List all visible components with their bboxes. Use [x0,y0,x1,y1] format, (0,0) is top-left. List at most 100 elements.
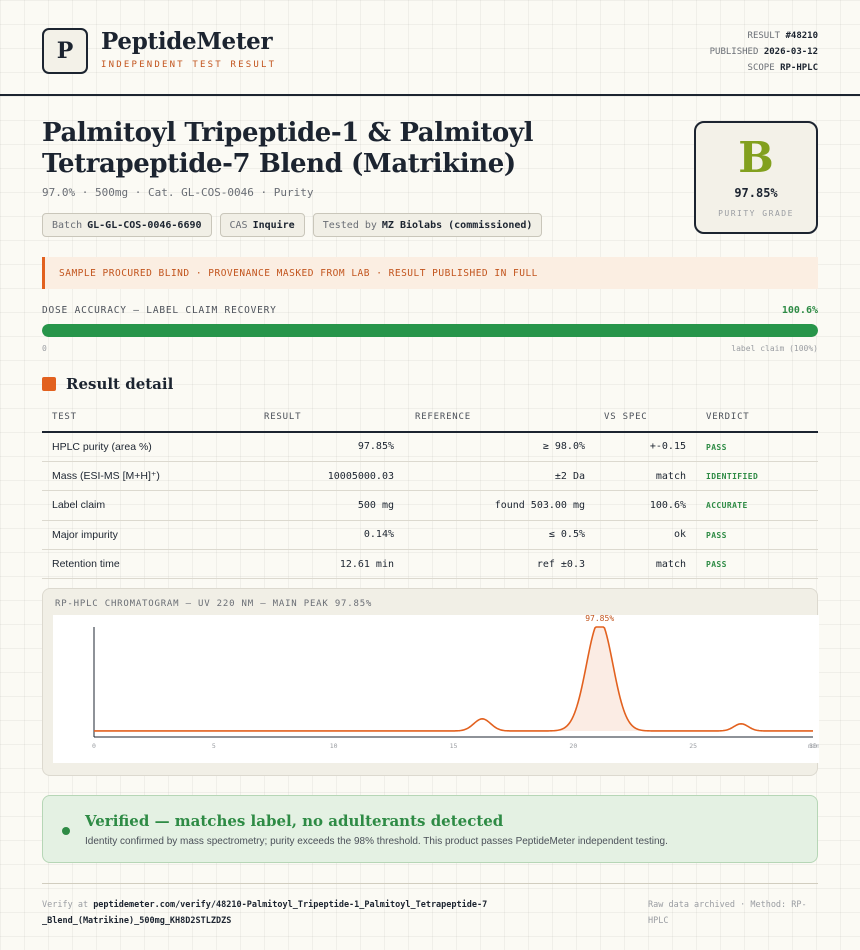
main-peak-area [557,627,642,731]
table-row: Retention time 12.61 min ref ±0.3 match … [42,549,818,580]
dose-bar-min-label: 0 [42,344,47,353]
product-subline: 97.0% · 500mg · Cat. GL-COS-0046 · Purit… [42,186,314,199]
x-tick-label: 20 [569,742,577,750]
brand-tagline: INDEPENDENT TEST RESULT [101,60,277,70]
scope-line: SCOPE RP-HPLC [710,60,818,76]
table-row: Label claim 500 mg found 503.00 mg 100.6… [42,490,818,521]
dose-accuracy-label: DOSE ACCURACY — LABEL CLAIM RECOVERY [42,305,277,316]
chromatogram-chart: 97.85%0 5 10 15 20 25 30min [92,614,820,750]
main-peak-label: 97.85% [585,615,614,623]
chromatogram-series-line [94,626,813,732]
grade-label: PURITY GRADE [718,209,794,218]
result-value: 12.61 min [252,549,394,580]
report-meta: RESULT #48210 PUBLISHED 2026-03-12 SCOPE… [710,28,818,76]
verified-title: Verified — matches label, no adulterants… [85,812,504,830]
column-header-test: TEST [42,403,252,433]
x-tick-label: 0 [92,742,96,750]
dose-accuracy-value: 100.6% [781,305,818,316]
verified-dot-icon [62,827,70,835]
tested-by-chip-label: Tested by [322,219,377,231]
result-value: 10005000.03 [252,461,394,492]
product-title: Palmitoyl Tripeptide-1 & Palmitoyl Tetra… [42,118,534,179]
published-label: PUBLISHED [709,47,759,57]
verify-prefix: Verify at [42,900,89,910]
dose-accuracy-bar [42,324,818,337]
result-id-label: RESULT [747,31,781,41]
vs-spec-value: +-0.15 [585,432,686,462]
purity-grade-card: B 97.85% PURITY GRADE [694,121,818,234]
scope-label: SCOPE [747,63,775,73]
result-id: #48210 [785,31,818,41]
verdict-cell: ACCURATE [686,490,818,521]
reference-value: found 503.00 mg [394,490,585,521]
vs-spec-value: match [585,549,686,580]
vs-spec-value: ok [585,520,686,551]
verdict-cell: PASS [686,520,818,551]
tested-by-chip: Tested by MZ Biolabs (commissioned) [312,213,543,237]
product-chips: Batch GL-GL-COS-0046-6690 CAS Inquire Test… [42,213,543,237]
table-row: HPLC purity (area %) 97.85% ≥ 98.0% +-0.… [42,432,818,462]
column-header-result: RESULT [252,403,394,433]
verdict-badge: ACCURATE [706,501,748,511]
batch-chip-value: GL-GL-COS-0046-6690 [87,219,202,231]
test-name: Retention time [42,549,252,580]
section-marker-icon [42,377,56,391]
result-detail-heading: Result detail [42,375,173,393]
verdict-cell: PASS [686,432,818,462]
brand-logo: P [42,28,88,74]
batch-chip: Batch GL-GL-COS-0046-6690 [42,213,212,237]
scope-value: RP-HPLC [780,63,818,73]
column-header-verdict: VERDICT [686,403,818,433]
test-name: Label claim [42,490,252,521]
x-tick-label: 25 [689,742,697,750]
test-name: Mass (ESI-MS [M+H]⁺) [42,461,252,492]
brand-name: PeptideMeter [101,28,273,55]
verdict-cell: IDENTIFIED [686,461,818,492]
reference-value: ±2 Da [394,461,585,492]
verdict-badge: PASS [706,442,727,452]
result-id-line: RESULT #48210 [710,28,818,44]
chromatogram-panel: RP-HPLC CHROMATOGRAM — UV 220 NM — MAIN … [42,588,820,776]
archive-note: Raw data archived · Method: RP-HPLC [648,900,807,926]
report-header: P PeptideMeter INDEPENDENT TEST RESULT R… [0,0,860,96]
verified-description: Identity confirmed by mass spectrometry;… [85,836,668,847]
published-line: PUBLISHED 2026-03-12 [710,44,818,60]
verdict-badge: PASS [706,530,727,540]
blind-sample-notice: SAMPLE PROCURED BLIND · PROVENANCE MASKE… [42,257,818,289]
result-value: 0.14% [252,520,394,551]
column-header-reference: REFERENCE [394,403,585,433]
verdict-badge: PASS [706,560,727,570]
footer-divider [42,883,818,884]
cas-chip: CAS Inquire [219,213,305,237]
batch-chip-label: Batch [52,219,83,231]
verdict-badge: IDENTIFIED [706,472,759,482]
x-tick-label: 15 [450,742,458,750]
x-tick-label: 5 [212,742,216,750]
reference-value: ≤ 0.5% [394,520,585,551]
column-header-vs-spec: VS SPEC [585,403,686,433]
dose-bar-max-label: label claim (100%) [731,344,818,353]
x-tick-label: 10 [330,742,338,750]
cas-chip-value: Inquire [252,219,295,231]
verdict-cell: PASS [686,549,818,580]
x-axis-unit-label: min [808,742,819,750]
verified-banner: Verified — matches label, no adulterants… [42,795,818,863]
reference-value: ≥ 98.0% [394,432,585,462]
result-detail-title: Result detail [66,375,174,393]
tested-by-chip-value: MZ Biolabs (commissioned) [381,219,533,231]
verify-link[interactable]: peptidemeter.com/verify/48210-Palmitoyl_… [42,900,487,926]
table-row: Major impurity 0.14% ≤ 0.5% ok PASS [42,520,818,551]
test-name: Major impurity [42,520,252,551]
published-date: 2026-03-12 [763,47,818,57]
chromatogram-plot-area: 97.85% 0 5 10 15 20 25 30 min [53,614,820,763]
result-detail-table: TEST RESULT REFERENCE VS SPEC VERDICT HP… [42,403,818,580]
vs-spec-value: 100.6% [585,490,686,521]
verify-text: Verify at peptidemeter.com/verify/48210-… [42,897,492,929]
vs-spec-value: match [585,461,686,492]
result-value: 97.85% [252,432,394,462]
result-value: 500 mg [252,490,394,521]
test-name: HPLC purity (area %) [42,432,252,462]
grade-percent: 97.85% [734,186,778,200]
cas-chip-label: CAS [229,219,248,231]
chromatogram-title: RP-HPLC CHROMATOGRAM — UV 220 NM — MAIN … [55,599,373,609]
